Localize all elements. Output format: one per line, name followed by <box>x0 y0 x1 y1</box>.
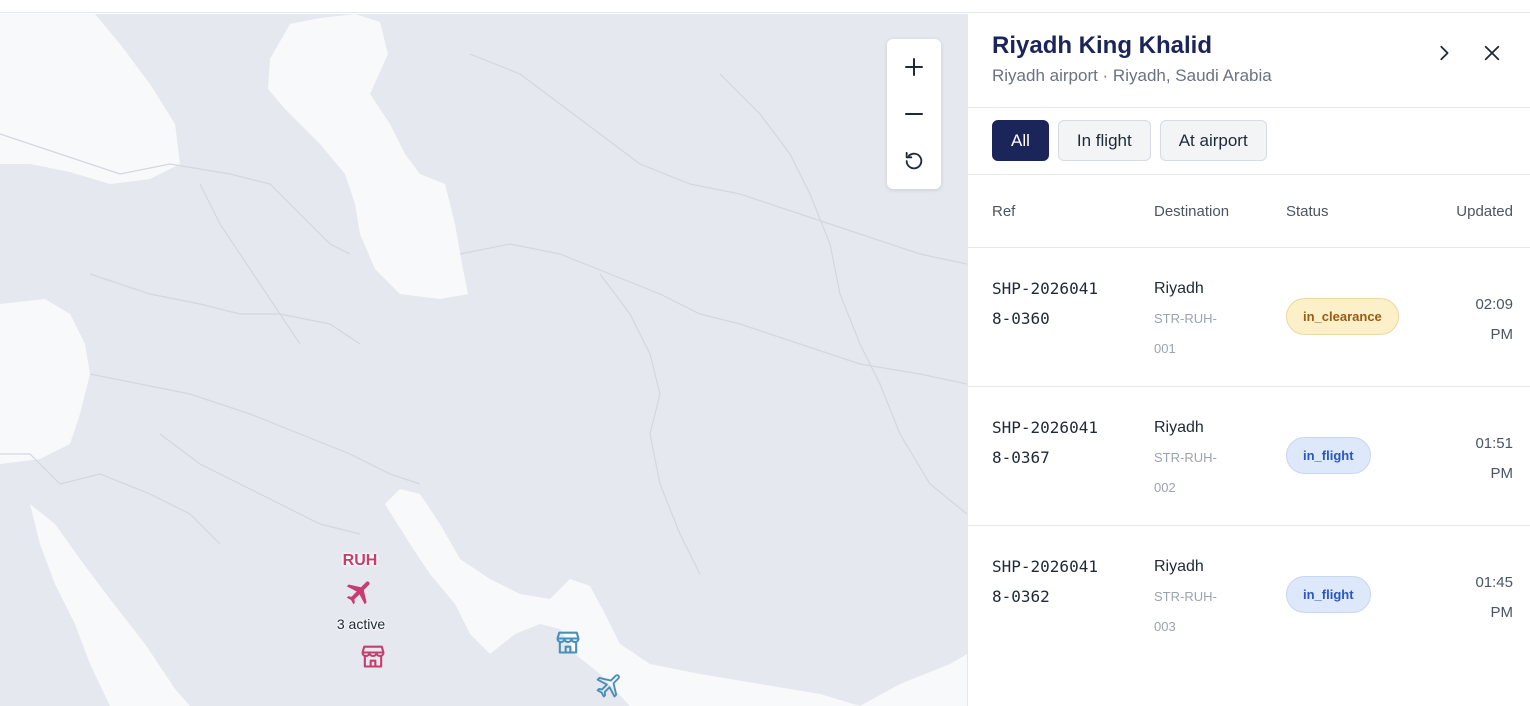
filter-tabs: All In flight At airport <box>992 120 1267 161</box>
in-flight-marker[interactable] <box>595 670 625 705</box>
close-button[interactable] <box>1477 38 1507 68</box>
panel-subtitle: Riyadh airport · Riyadh, Saudi Arabia <box>992 66 1272 85</box>
shipment-ref: SHP-20260418-0367 <box>992 418 1098 467</box>
top-strip <box>0 0 1530 13</box>
updated-time: 01:45 PM <box>1453 568 1513 628</box>
filter-at-airport[interactable]: At airport <box>1159 120 1267 161</box>
updated-clock: 01:45 <box>1475 574 1513 591</box>
filter-in-flight[interactable]: In flight <box>1057 120 1151 161</box>
store-marker-ruh[interactable] <box>359 642 387 675</box>
zoom-in-button[interactable] <box>894 47 934 87</box>
chevron-right-icon <box>1440 45 1449 61</box>
updated-time: 02:09 PM <box>1453 290 1513 350</box>
updated-clock: 02:09 <box>1475 296 1513 313</box>
airport-detail-panel: Riyadh King Khalid Riyadh airport · Riya… <box>967 14 1530 706</box>
active-count-label: 3 active <box>336 616 386 632</box>
status-badge: in_flight <box>1286 437 1371 474</box>
updated-ampm: PM <box>1490 326 1514 343</box>
destination: Riyadh <box>1154 419 1204 436</box>
updated-ampm: PM <box>1490 465 1514 482</box>
shipment-ref: SHP-20260418-0362 <box>992 557 1098 606</box>
table-row[interactable]: SHP-20260418-0362 Riyadh STR-RUH-003 in_… <box>968 526 1530 665</box>
panel-header: Riyadh King Khalid Riyadh airport · Riya… <box>968 14 1530 108</box>
route-code: STR-RUH-001 <box>1154 311 1217 356</box>
panel-title: Riyadh King Khalid <box>992 32 1213 59</box>
map-zoom-controls <box>887 39 941 189</box>
close-icon <box>1484 45 1500 61</box>
plane-outline-icon <box>596 674 620 698</box>
reset-icon <box>905 152 923 170</box>
plane-icon <box>346 581 370 605</box>
updated-ampm: PM <box>1490 604 1514 621</box>
destination: Riyadh <box>1154 558 1204 575</box>
route-code: STR-RUH-002 <box>1154 450 1217 495</box>
plus-icon <box>905 57 923 76</box>
updated-clock: 01:51 <box>1475 435 1513 452</box>
shipment-ref: SHP-20260418-0360 <box>992 279 1098 328</box>
status-badge: in_clearance <box>1286 298 1399 335</box>
store-marker-gulf[interactable] <box>554 628 582 661</box>
updated-time: 01:51 PM <box>1453 429 1513 489</box>
store-icon <box>556 631 580 654</box>
column-status[interactable]: Status <box>1286 203 1329 220</box>
map-view[interactable]: RUH 3 active <box>0 14 967 706</box>
store-icon <box>361 645 385 668</box>
table-row[interactable]: SHP-20260418-0360 Riyadh STR-RUH-001 in_… <box>968 248 1530 387</box>
airport-marker[interactable] <box>344 576 376 613</box>
route-code: STR-RUH-003 <box>1154 589 1217 634</box>
column-destination[interactable]: Destination <box>1154 203 1229 220</box>
table-header: Ref Destination Status Updated <box>968 174 1530 248</box>
column-ref[interactable]: Ref <box>992 203 1015 220</box>
column-updated[interactable]: Updated <box>1456 203 1513 220</box>
status-badge: in_flight <box>1286 576 1371 613</box>
airport-code-label: RUH <box>342 552 378 569</box>
reset-view-button[interactable] <box>894 141 934 181</box>
map-basemap <box>0 14 967 706</box>
next-button[interactable] <box>1429 38 1459 68</box>
destination: Riyadh <box>1154 280 1204 297</box>
minus-icon <box>905 112 923 115</box>
table-row[interactable]: SHP-20260418-0367 Riyadh STR-RUH-002 in_… <box>968 387 1530 526</box>
zoom-out-button[interactable] <box>894 94 934 134</box>
filter-all[interactable]: All <box>992 120 1049 161</box>
